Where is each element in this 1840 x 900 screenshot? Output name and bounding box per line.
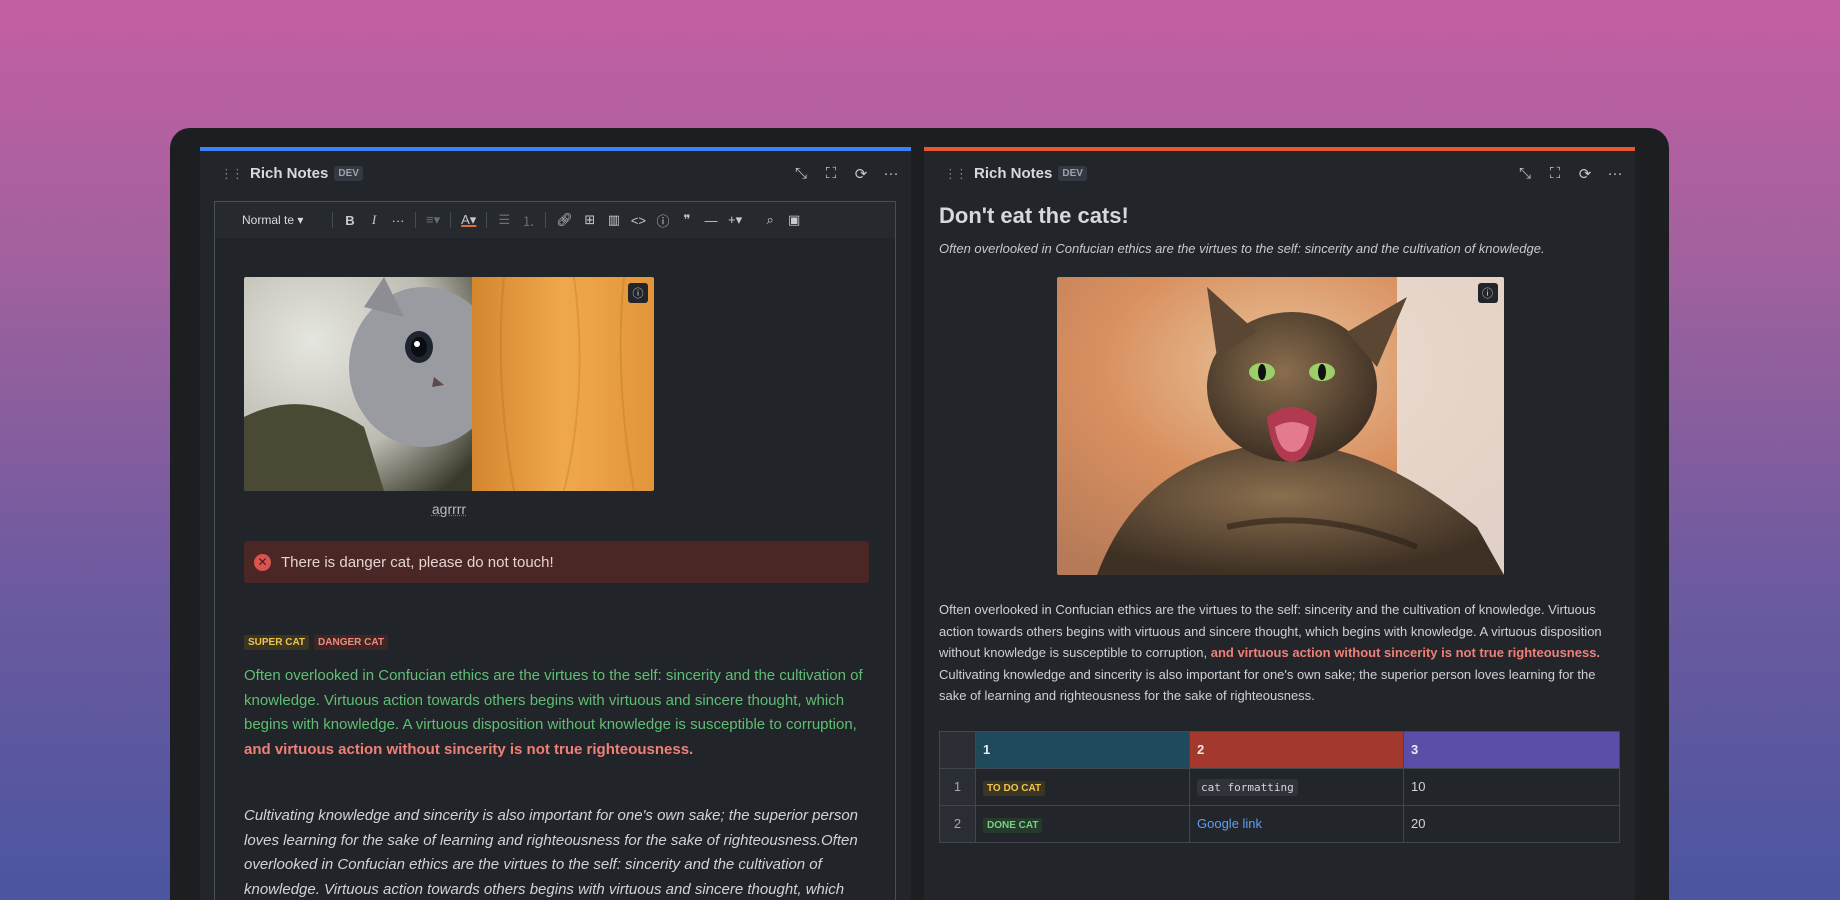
- collapse-icon[interactable]: ⤡: [1517, 165, 1533, 183]
- collapse-icon[interactable]: ⤡: [793, 165, 809, 183]
- table-header-cell[interactable]: 3: [1403, 730, 1620, 769]
- divider: [332, 212, 333, 228]
- inline-code: cat formatting: [1197, 779, 1298, 796]
- block-style-value: Normal te: [242, 213, 295, 227]
- layout-columns-icon[interactable]: ▥: [607, 212, 621, 228]
- code-icon[interactable]: <>: [631, 213, 646, 228]
- angry-cat-illustration: [1056, 277, 1504, 575]
- image-info-icon[interactable]: ⓘ: [628, 283, 648, 303]
- data-table: 1 2 3 1 TO DO CAT cat formatting 10 2 DO…: [939, 730, 1620, 843]
- table-row: 2 DONE CAT Google link 20: [939, 804, 1620, 843]
- refresh-icon[interactable]: ⟳: [1577, 165, 1593, 183]
- table-cell[interactable]: cat formatting: [1189, 767, 1404, 806]
- angry-cat-image[interactable]: ⓘ: [1056, 277, 1504, 575]
- status-badge: TO DO CAT: [983, 781, 1046, 796]
- green-paragraph: Often overlooked in Confucian ethics are…: [244, 664, 869, 762]
- bold-button[interactable]: B: [343, 213, 357, 228]
- right-panel: ⋮⋮ Rich Notes DEV ⤡ ⛶ ⟳ ··· Don't eat th…: [924, 147, 1635, 900]
- row-number: 1: [939, 767, 976, 806]
- cat-image-illustration: [244, 277, 654, 491]
- table-cell[interactable]: DONE CAT: [975, 804, 1190, 843]
- editor-content[interactable]: ⓘ agrrrr ✕ There is danger cat, please d…: [244, 277, 869, 900]
- left-panel: ⋮⋮ Rich Notes DEV ⤡ ⛶ ⟳ ··· Normal te ▾ …: [200, 147, 911, 900]
- row-number: 2: [939, 804, 976, 843]
- status-badges: SUPER CAT DANGER CAT: [244, 635, 869, 650]
- table-header-row: 1 2 3: [939, 730, 1620, 769]
- italic-button[interactable]: I: [367, 212, 381, 228]
- align-icon[interactable]: ≡▾: [426, 212, 440, 228]
- table-cell[interactable]: 10: [1403, 767, 1620, 806]
- more-formatting-button[interactable]: ···: [391, 213, 405, 228]
- dev-badge: DEV: [334, 166, 363, 181]
- info-panel-icon[interactable]: ⓘ: [656, 211, 670, 230]
- table-corner-cell: [939, 730, 976, 769]
- strong-text: and virtuous action without sincerity is…: [1210, 645, 1601, 660]
- status-badge: SUPER CAT: [244, 635, 310, 650]
- note-view: Don't eat the cats! Often overlooked in …: [939, 201, 1621, 843]
- divider: [545, 212, 547, 228]
- divider-rule-icon[interactable]: —: [704, 213, 718, 228]
- paragraph-end-text: Cultivating knowledge and sincerity is a…: [939, 666, 1596, 704]
- panel-title: Rich Notes: [250, 165, 329, 182]
- divider: [486, 212, 488, 228]
- note-title: Don't eat the cats!: [939, 203, 1129, 228]
- rich-text-editor[interactable]: Normal te ▾ B I ··· ≡▾ A▾ ☰ ⒈ 🔗︎ ⊞ ▥ <> …: [214, 201, 896, 900]
- numbered-list-icon[interactable]: ⒈: [521, 211, 535, 230]
- table-cell[interactable]: TO DO CAT: [975, 767, 1190, 806]
- fullscreen-icon[interactable]: ⛶: [1547, 165, 1563, 183]
- image-caption[interactable]: agrrrr: [244, 501, 654, 517]
- google-link[interactable]: Google link: [1197, 816, 1262, 831]
- search-icon[interactable]: ⌕: [763, 212, 777, 228]
- danger-callout-text: There is danger cat, please do not touch…: [281, 553, 554, 571]
- error-icon: ✕: [254, 553, 271, 571]
- divider: [752, 212, 753, 228]
- text-color-icon[interactable]: A▾: [461, 212, 476, 228]
- italic-paragraph: Cultivating knowledge and sincerity is a…: [244, 807, 859, 898]
- editor-toolbar: Normal te ▾ B I ··· ≡▾ A▾ ☰ ⒈ 🔗︎ ⊞ ▥ <> …: [215, 202, 895, 238]
- more-options-icon[interactable]: ···: [1607, 165, 1623, 183]
- insert-image-icon[interactable]: ▣: [787, 212, 801, 228]
- fullscreen-icon[interactable]: ⛶: [823, 165, 839, 183]
- table-icon[interactable]: ⊞: [583, 212, 597, 228]
- drag-handle-icon[interactable]: ⋮⋮: [220, 166, 244, 182]
- strong-text: and virtuous action without sincerity is…: [244, 740, 694, 758]
- image-info-icon[interactable]: ⓘ: [1477, 283, 1498, 303]
- link-icon[interactable]: 🔗︎: [556, 212, 573, 228]
- dev-badge: DEV: [1058, 166, 1087, 181]
- table-cell[interactable]: 20: [1403, 804, 1620, 843]
- table-header-cell[interactable]: 1: [975, 730, 1190, 769]
- block-style-select[interactable]: Normal te ▾: [242, 213, 322, 227]
- divider: [415, 212, 416, 228]
- cat-peeking-image[interactable]: ⓘ: [244, 277, 654, 491]
- status-badge: DANGER CAT: [314, 635, 388, 650]
- right-panel-header: ⋮⋮ Rich Notes DEV ⤡ ⛶ ⟳ ···: [924, 151, 1635, 196]
- left-panel-header: ⋮⋮ Rich Notes DEV ⤡ ⛶ ⟳ ···: [200, 151, 911, 196]
- table-cell[interactable]: Google link: [1189, 804, 1404, 843]
- danger-callout: ✕ There is danger cat, please do not tou…: [244, 541, 869, 583]
- panel-title: Rich Notes: [974, 165, 1053, 182]
- table-row: 1 TO DO CAT cat formatting 10: [939, 767, 1620, 806]
- green-paragraph-text: Often overlooked in Confucian ethics are…: [244, 667, 863, 733]
- table-header-cell[interactable]: 2: [1189, 730, 1404, 769]
- insert-plus-icon[interactable]: +▾: [728, 212, 742, 228]
- divider: [450, 212, 452, 228]
- note-paragraph: Often overlooked in Confucian ethics are…: [939, 599, 1621, 707]
- drag-handle-icon[interactable]: ⋮⋮: [944, 166, 968, 182]
- status-badge: DONE CAT: [983, 818, 1043, 833]
- more-options-icon[interactable]: ···: [883, 165, 899, 183]
- quote-icon[interactable]: ❞: [680, 212, 694, 228]
- bullet-list-icon[interactable]: ☰: [497, 212, 511, 228]
- note-subtitle: Often overlooked in Confucian ethics are…: [939, 241, 1545, 256]
- refresh-icon[interactable]: ⟳: [853, 165, 869, 183]
